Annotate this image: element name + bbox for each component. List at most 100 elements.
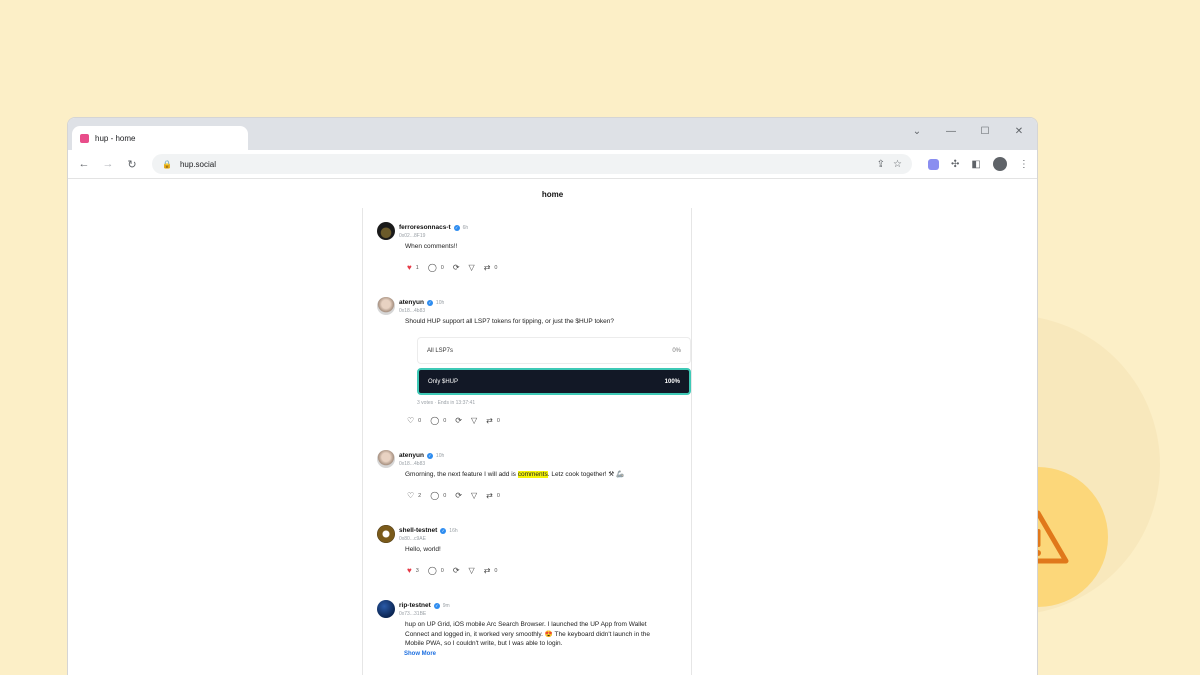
- back-icon[interactable]: ←: [76, 158, 92, 170]
- bookmark-star-icon[interactable]: ☆: [893, 159, 902, 170]
- comment-count: 0: [440, 567, 444, 574]
- post-text: Gmorning, the next feature I will add is…: [405, 470, 670, 480]
- avatar[interactable]: [377, 222, 395, 240]
- address-url[interactable]: hup.social: [180, 160, 869, 169]
- poll-meta: 3 votes · Ends in 13:37:41: [417, 400, 476, 406]
- repost-button[interactable]: ⟳: [453, 263, 460, 272]
- post-text: When comments!!: [405, 243, 458, 250]
- author-name[interactable]: rip-testnet: [399, 602, 431, 609]
- puzzle-icon[interactable]: ✣: [951, 159, 959, 170]
- share-button[interactable]: ▽: [469, 263, 475, 272]
- up-extension-icon[interactable]: [928, 158, 939, 170]
- tip-icon: ⇄: [483, 566, 491, 575]
- post-header: ferroresonnacs-t ✓ 6h: [399, 224, 468, 231]
- poll-option[interactable]: All LSP7s 0%: [417, 337, 691, 364]
- tip-icon: ⇄: [486, 491, 493, 500]
- repost-button[interactable]: ⟳: [455, 416, 462, 425]
- post-text: hup on UP Grid, iOS mobile Arc Search Br…: [405, 621, 651, 647]
- post-time: 16h: [449, 527, 458, 534]
- author-address: 0x18...4b83: [399, 461, 426, 467]
- lock-icon[interactable]: 🔒: [162, 160, 172, 169]
- comment-button[interactable]: ◯ 0: [430, 416, 446, 425]
- tip-button[interactable]: ⇄ 0: [486, 416, 500, 425]
- avatar[interactable]: [377, 450, 395, 468]
- feed: ferroresonnacs-t ✓ 6h 0x02...8F19 When c…: [362, 208, 692, 675]
- post-text-part: . Letz cook together! ⚒ 🦾: [547, 471, 625, 478]
- maximize-icon[interactable]: ☐: [975, 126, 995, 137]
- heart-icon: ♡: [407, 416, 415, 425]
- like-button[interactable]: ♡ 2: [407, 491, 421, 500]
- like-button[interactable]: ♡ 0: [407, 416, 421, 425]
- send-icon: ▽: [468, 263, 475, 272]
- poll-option-selected[interactable]: Only $HUP 100%: [417, 368, 691, 395]
- avatar[interactable]: [377, 525, 395, 543]
- show-more-link[interactable]: Show More: [404, 651, 436, 657]
- avatar[interactable]: [377, 297, 395, 315]
- comment-button[interactable]: ◯ 0: [428, 263, 444, 272]
- comment-icon: ◯: [430, 416, 440, 425]
- post-text: Hello, world!: [405, 546, 441, 553]
- comment-button[interactable]: ◯ 0: [430, 491, 446, 500]
- menu-dots-icon[interactable]: ⋮: [1019, 159, 1029, 170]
- extensions-area: ✣ ◧ ⋮: [928, 157, 1029, 171]
- verified-icon: ✓: [453, 224, 460, 231]
- author-address: 0x18...4b83: [399, 308, 426, 314]
- share-icon[interactable]: ⇪: [877, 159, 885, 170]
- post-text: Should HUP support all LSP7 tokens for t…: [405, 318, 614, 325]
- author-name[interactable]: ferroresonnacs-t: [399, 224, 451, 231]
- post-actions: ♡ 0 ◯ 0 ⟳ ▽ ⇄ 0: [407, 416, 500, 425]
- side-panel-icon[interactable]: ◧: [971, 159, 980, 170]
- forward-icon[interactable]: →: [100, 158, 116, 170]
- comment-count: 0: [443, 492, 447, 499]
- verified-icon: ✓: [426, 452, 433, 459]
- close-icon[interactable]: ✕: [1009, 126, 1029, 137]
- minimize-icon[interactable]: —: [941, 126, 961, 137]
- highlighted-word: comments: [517, 471, 548, 478]
- address-bar[interactable]: 🔒 hup.social ⇪ ☆: [152, 154, 912, 174]
- verified-icon: ✓: [440, 527, 447, 534]
- author-name[interactable]: shell-testnet: [399, 527, 437, 534]
- repost-button[interactable]: ⟳: [455, 491, 462, 500]
- tab-search-icon[interactable]: ⌄: [907, 126, 927, 137]
- share-button[interactable]: ▽: [469, 566, 475, 575]
- reload-icon[interactable]: ↻: [124, 158, 140, 171]
- browser-tab[interactable]: hup - home: [72, 126, 248, 150]
- post-actions: ♥ 3 ◯ 0 ⟳ ▽ ⇄ 0: [407, 566, 497, 575]
- hup-favicon-icon: [80, 133, 89, 143]
- verified-icon: ✓: [426, 299, 433, 306]
- browser-window: hup - home ⌄ — ☐ ✕ ← → ↻ 🔒 hup.social ⇪ …: [67, 117, 1038, 675]
- post-actions: ♡ 2 ◯ 0 ⟳ ▽ ⇄ 0: [407, 491, 500, 500]
- avatar[interactable]: [377, 600, 395, 618]
- window-controls: ⌄ — ☐ ✕: [907, 118, 1029, 144]
- poll-option-percent: 100%: [664, 378, 680, 385]
- author-name[interactable]: atenyun: [399, 452, 424, 459]
- tip-count: 0: [494, 567, 498, 574]
- tip-icon: ⇄: [486, 416, 493, 425]
- repost-icon: ⟳: [452, 566, 460, 575]
- page-content: home ferroresonnacs-t ✓ 6h 0x02...8F19 W…: [68, 179, 1037, 675]
- tip-button[interactable]: ⇄ 0: [484, 263, 498, 272]
- tip-count: 0: [494, 264, 498, 271]
- browser-toolbar: ← → ↻ 🔒 hup.social ⇪ ☆ ✣ ◧ ⋮: [68, 150, 1037, 179]
- tab-title: hup - home: [95, 133, 136, 143]
- comment-count: 0: [440, 264, 444, 271]
- tip-count: 0: [496, 417, 500, 424]
- tip-button[interactable]: ⇄ 0: [484, 566, 498, 575]
- author-name[interactable]: atenyun: [399, 299, 424, 306]
- profile-icon[interactable]: [992, 157, 1007, 171]
- post-time: 10h: [435, 452, 445, 459]
- poll-option-label: Only $HUP: [428, 378, 459, 385]
- author-address: 0x80...c9AE: [399, 536, 426, 542]
- share-button[interactable]: ▽: [471, 416, 477, 425]
- heart-icon: ♡: [407, 491, 415, 500]
- comment-icon: ◯: [427, 263, 437, 272]
- like-button[interactable]: ♥ 1: [407, 263, 419, 272]
- tip-button[interactable]: ⇄ 0: [486, 491, 500, 500]
- tip-icon: ⇄: [483, 263, 491, 272]
- page-title: home: [541, 190, 564, 199]
- post-text-part: Gmorning, the next feature I will add is: [405, 471, 518, 478]
- repost-button[interactable]: ⟳: [453, 566, 460, 575]
- share-button[interactable]: ▽: [471, 491, 477, 500]
- comment-button[interactable]: ◯ 0: [428, 566, 444, 575]
- like-button[interactable]: ♥ 3: [407, 566, 419, 575]
